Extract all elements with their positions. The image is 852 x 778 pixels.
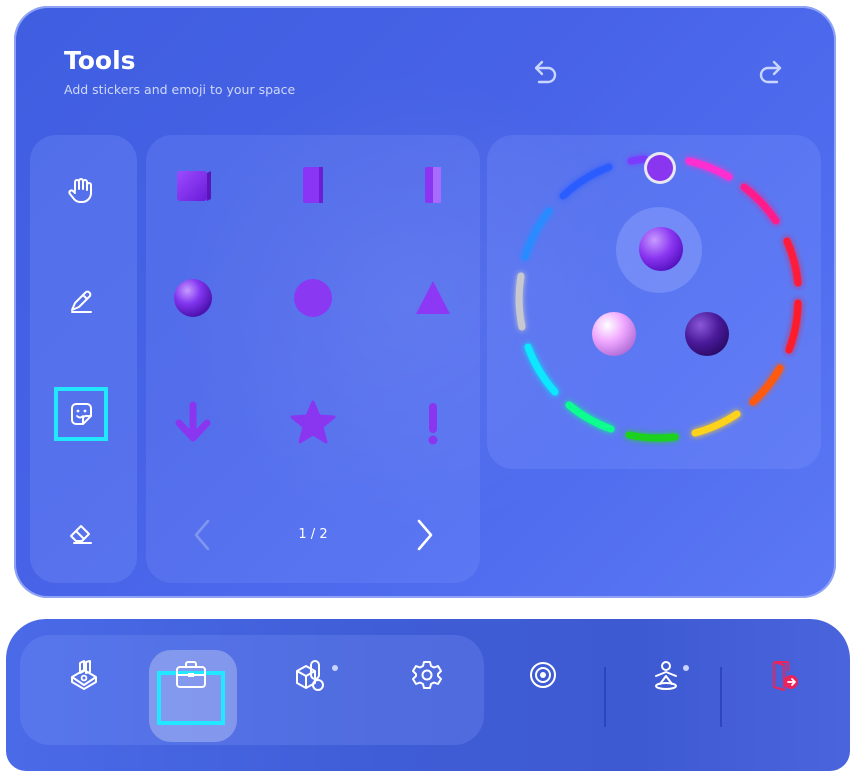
- circle-shape[interactable]: [283, 268, 343, 328]
- toolbox-icon[interactable]: [163, 647, 219, 703]
- sphere-shape[interactable]: [163, 268, 223, 328]
- triangle-shape[interactable]: [403, 268, 463, 328]
- panel-subtitle: Add stickers and emoji to your space: [64, 82, 296, 97]
- tall-block-shape[interactable]: [283, 155, 343, 215]
- settings-icon[interactable]: [399, 647, 455, 703]
- redo-icon[interactable]: [755, 56, 789, 90]
- target-icon[interactable]: [515, 647, 571, 703]
- notification-dot: [683, 665, 689, 671]
- exclamation-shape[interactable]: [403, 393, 463, 453]
- tools-panel: Tools Add stickers and emoji to your spa…: [14, 6, 836, 598]
- taskbar: [6, 619, 850, 771]
- slab-shape[interactable]: [403, 155, 463, 215]
- hand-icon[interactable]: [51, 160, 111, 220]
- tool-column: [30, 135, 137, 583]
- avatar-icon[interactable]: [638, 647, 694, 703]
- pen-icon[interactable]: [51, 272, 111, 332]
- color-picker-panel: [487, 135, 821, 469]
- exit-icon[interactable]: [754, 647, 810, 703]
- shapes-icon[interactable]: [281, 647, 337, 703]
- panel-title: Tools: [64, 46, 136, 75]
- notification-dot: [332, 665, 338, 671]
- swatch-purple: [639, 227, 683, 271]
- color-handle: [647, 155, 673, 181]
- color-wheel[interactable]: [487, 135, 821, 469]
- eraser-icon[interactable]: [51, 503, 111, 563]
- sticker-grid: 1 / 2: [146, 135, 480, 583]
- swatch-dark-purple: [685, 312, 729, 356]
- model-icon[interactable]: [56, 647, 112, 703]
- next-page-button[interactable]: [407, 515, 443, 555]
- sticker-icon[interactable]: [51, 384, 111, 444]
- star-shape[interactable]: [283, 393, 343, 453]
- undo-icon[interactable]: [527, 56, 561, 90]
- cube-shape[interactable]: [163, 155, 223, 215]
- arrow-down-shape[interactable]: [163, 393, 223, 453]
- swatch-pink: [592, 312, 636, 356]
